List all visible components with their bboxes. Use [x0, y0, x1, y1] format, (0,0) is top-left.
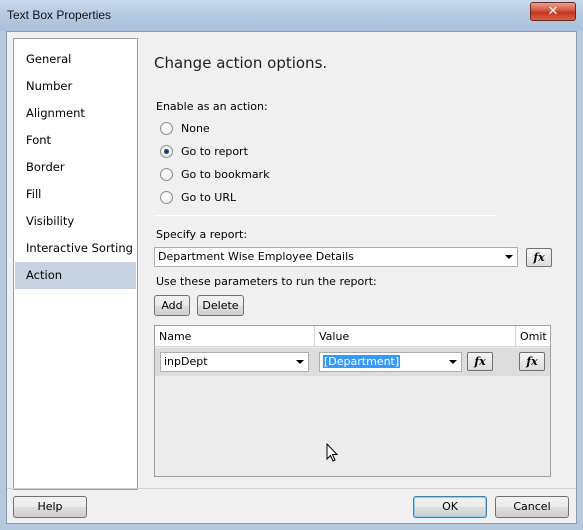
parameter-value-select[interactable]: [Department] — [319, 352, 462, 372]
column-header-omit: Omit — [520, 330, 547, 343]
delete-parameter-button[interactable]: Delete — [197, 295, 244, 316]
help-button[interactable]: Help — [13, 496, 87, 518]
radio-button-icon[interactable] — [160, 167, 173, 181]
dialog-client: General Number Alignment Font Border Fil… — [6, 31, 577, 524]
nav-item-alignment[interactable]: Alignment — [15, 100, 136, 127]
omit-expression-button[interactable]: fx — [519, 352, 545, 371]
table-row: inpDept [Department] fx fx — [155, 348, 550, 376]
fx-icon: fx — [474, 355, 486, 368]
fx-icon: fx — [526, 355, 538, 368]
radio-go-to-report-label: Go to report — [181, 144, 248, 158]
chevron-down-icon[interactable] — [449, 360, 457, 364]
page-heading: Change action options. — [154, 54, 328, 72]
nav-item-general[interactable]: General — [15, 46, 136, 73]
parameter-name-value: inpDept — [164, 355, 208, 368]
radio-none-label: None — [181, 121, 210, 135]
chevron-down-icon[interactable] — [505, 255, 513, 259]
cancel-button[interactable]: Cancel — [495, 496, 569, 518]
mouse-cursor-icon — [326, 443, 339, 462]
nav-item-font[interactable]: Font — [15, 127, 136, 154]
footer-divider — [7, 488, 576, 489]
nav-item-fill[interactable]: Fill — [15, 181, 136, 208]
close-button[interactable]: ✕ — [530, 2, 576, 21]
fx-icon: fx — [533, 251, 545, 264]
report-select-value: Department Wise Employee Details — [158, 250, 354, 263]
nav-item-number[interactable]: Number — [15, 73, 136, 100]
radio-button-icon[interactable] — [160, 190, 173, 204]
report-select[interactable]: Department Wise Employee Details — [154, 247, 518, 267]
nav-item-action[interactable]: Action — [15, 262, 136, 289]
parameters-label: Use these parameters to run the report: — [156, 275, 377, 288]
title-bar[interactable]: Text Box Properties ✕ — [0, 0, 583, 31]
add-parameter-button[interactable]: Add — [154, 295, 190, 316]
window-title: Text Box Properties — [7, 8, 112, 22]
close-icon: ✕ — [547, 4, 559, 19]
ok-button[interactable]: OK — [413, 496, 487, 518]
column-header-value: Value — [315, 326, 516, 347]
specify-report-label: Specify a report: — [156, 228, 248, 241]
parameter-value-text[interactable]: [Department] — [321, 354, 402, 369]
radio-button-checked-icon[interactable] — [160, 144, 173, 158]
chevron-down-icon[interactable] — [296, 360, 304, 364]
enable-action-label: Enable as an action: — [156, 100, 268, 113]
radio-go-to-report[interactable]: Go to report — [160, 143, 248, 159]
radio-go-to-url-label: Go to URL — [181, 190, 237, 204]
radio-go-to-url[interactable]: Go to URL — [160, 189, 236, 205]
nav-item-border[interactable]: Border — [15, 154, 136, 181]
nav-item-visibility[interactable]: Visibility — [15, 208, 136, 235]
radio-go-to-bookmark[interactable]: Go to bookmark — [160, 166, 269, 182]
radio-button-icon[interactable] — [160, 121, 173, 135]
value-expression-button[interactable]: fx — [467, 352, 493, 371]
parameters-grid: Name Value Omit inpDept [Department] fx … — [154, 325, 551, 477]
section-divider — [154, 215, 497, 216]
report-expression-button[interactable]: fx — [526, 248, 552, 267]
grid-header: Name Value Omit — [155, 326, 550, 347]
category-nav: General Number Alignment Font Border Fil… — [13, 38, 138, 490]
radio-go-to-bookmark-label: Go to bookmark — [181, 167, 270, 181]
nav-item-interactive-sorting[interactable]: Interactive Sorting — [15, 235, 136, 262]
column-header-name: Name — [155, 326, 315, 347]
parameter-name-select[interactable]: inpDept — [160, 352, 309, 372]
radio-none[interactable]: None — [160, 120, 210, 136]
